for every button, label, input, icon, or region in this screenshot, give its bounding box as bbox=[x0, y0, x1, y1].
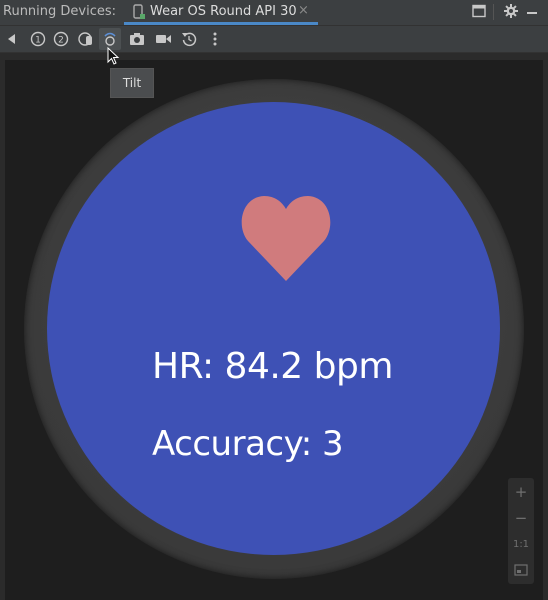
gear-icon[interactable] bbox=[503, 3, 519, 23]
reset-icon[interactable] bbox=[180, 30, 198, 48]
accuracy-text: Accuracy: 3 bbox=[152, 424, 344, 464]
heart-rate-text: HR: 84.2 bpm bbox=[152, 346, 393, 387]
svg-text:2: 2 bbox=[58, 36, 64, 46]
video-icon[interactable] bbox=[154, 30, 172, 48]
device-tab[interactable]: Wear OS Round API 30 × bbox=[124, 0, 318, 25]
panel-title: Running Devices: bbox=[3, 4, 117, 19]
window-layout-icon[interactable] bbox=[471, 3, 487, 23]
touch-icon[interactable] bbox=[77, 30, 95, 48]
zoom-out-button[interactable]: − bbox=[508, 506, 534, 530]
zoom-controls: + − 1:1 bbox=[508, 478, 534, 584]
wear-device-icon bbox=[132, 4, 146, 24]
device-toolbar: 1 2 bbox=[0, 26, 548, 53]
rotate-left-icon[interactable]: 1 bbox=[29, 30, 47, 48]
watch-screen[interactable] bbox=[47, 102, 500, 555]
back-icon[interactable] bbox=[3, 30, 21, 48]
actual-size-button[interactable]: 1:1 bbox=[508, 532, 534, 556]
tab-selected-indicator bbox=[124, 22, 318, 25]
zoom-in-button[interactable]: + bbox=[508, 480, 534, 504]
rotate-right-icon[interactable]: 2 bbox=[52, 30, 70, 48]
svg-text:1: 1 bbox=[35, 36, 41, 46]
tilt-icon[interactable] bbox=[101, 30, 119, 48]
tool-window-header: Running Devices: Wear OS Round API 30 × bbox=[0, 0, 548, 26]
tab-label: Wear OS Round API 30 bbox=[150, 4, 297, 19]
heart-icon bbox=[240, 193, 332, 287]
mouse-pointer-icon bbox=[107, 46, 121, 71]
fit-screen-icon[interactable] bbox=[508, 558, 534, 582]
tab-close-icon[interactable]: × bbox=[298, 3, 309, 18]
tooltip: Tilt bbox=[110, 68, 154, 98]
minimize-icon[interactable] bbox=[525, 5, 539, 24]
header-divider bbox=[493, 4, 494, 20]
camera-icon[interactable] bbox=[128, 30, 146, 48]
more-icon[interactable] bbox=[206, 30, 224, 48]
